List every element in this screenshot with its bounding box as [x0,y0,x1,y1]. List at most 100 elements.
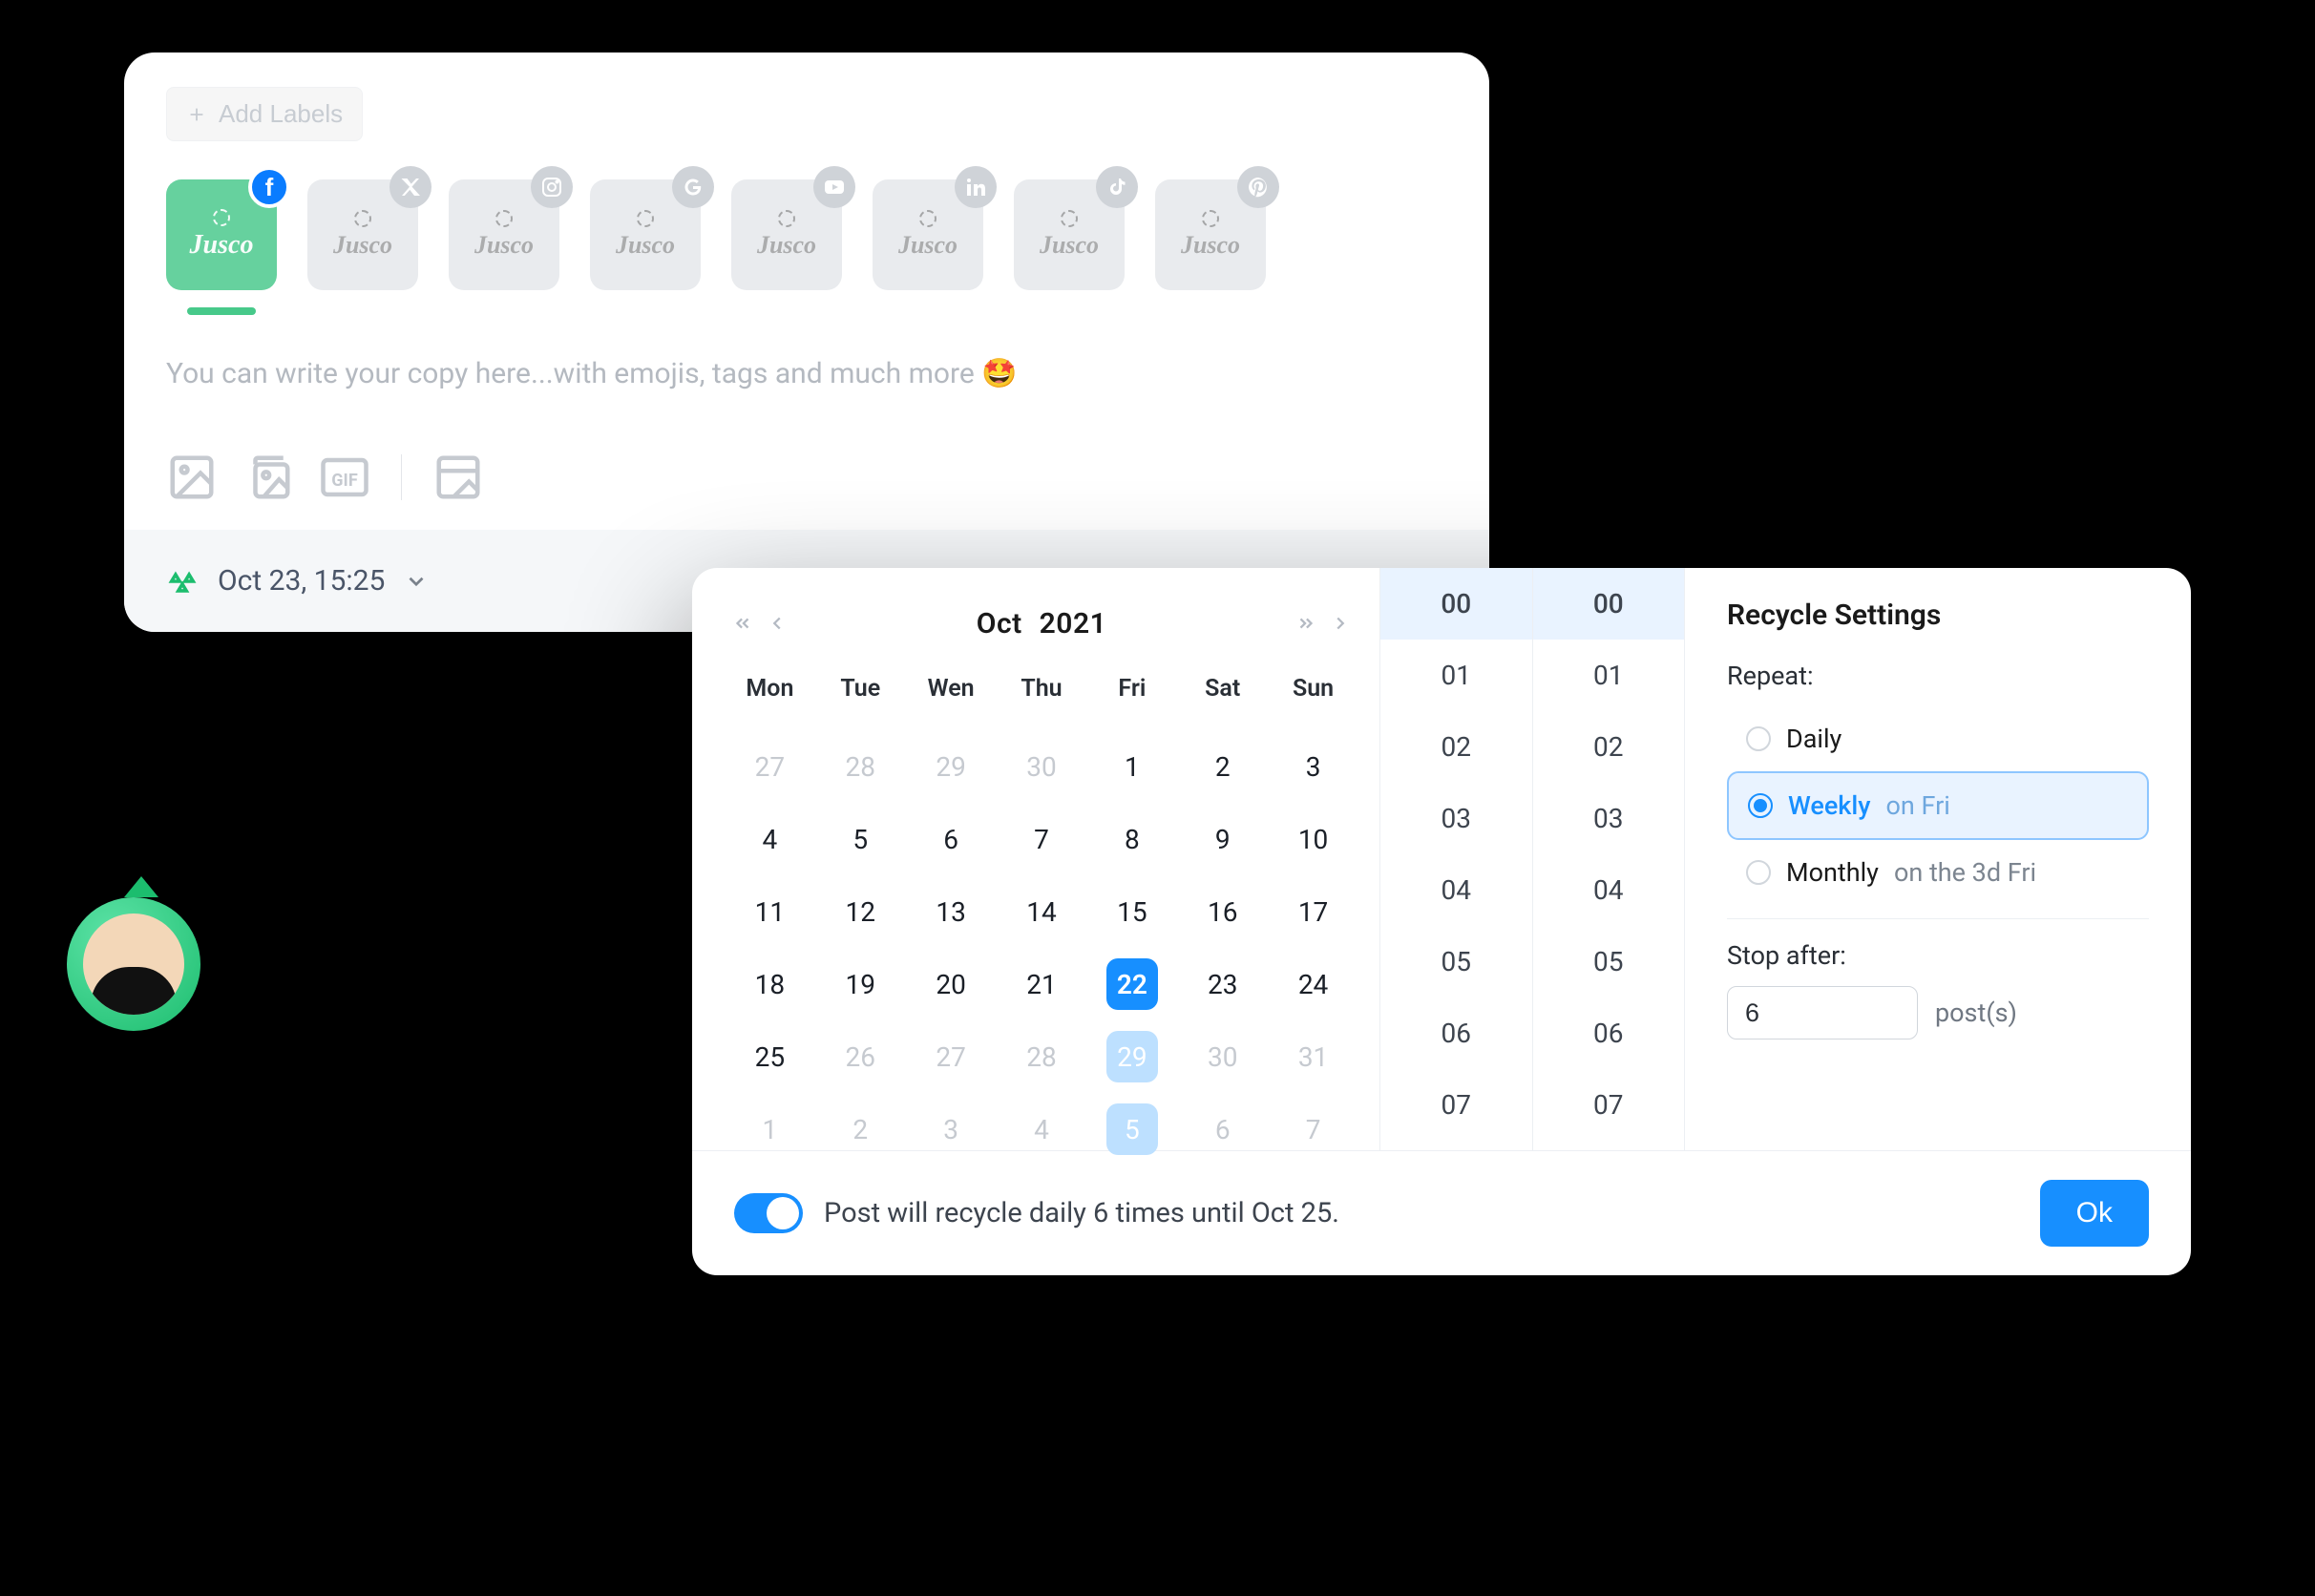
calendar-day[interactable]: 4 [725,811,815,867]
calendar-day[interactable]: 19 [815,956,906,1012]
calendar-day[interactable]: 2 [1177,739,1268,794]
calendar-day[interactable]: 7 [1268,1102,1358,1157]
minutes-option[interactable]: 04 [1533,854,1685,926]
dow-header: Mon [725,665,815,722]
calendar-day[interactable]: 26 [815,1029,906,1084]
add-labels-text: Add Labels [219,99,343,129]
calendar-day[interactable]: 29 [1086,1029,1177,1084]
repeat-daily[interactable]: Daily [1727,706,2149,771]
account-instagram[interactable]: Jusco [449,179,559,290]
gallery-icon[interactable] [242,452,294,503]
calendar-day[interactable]: 30 [1177,1029,1268,1084]
calendar-day[interactable]: 13 [906,884,997,939]
calendar: Oct 2021 MonTueWenThuFriSatSun2728293012… [692,568,1379,1150]
stop-after-input[interactable] [1727,986,1918,1040]
repeat-weekly[interactable]: Weekly on Fri [1727,771,2149,840]
account-x[interactable]: Jusco [307,179,418,290]
attachment-toolbar: GIF [124,390,1489,530]
minutes-option[interactable]: 07 [1533,1069,1685,1141]
chevron-down-icon[interactable] [404,569,429,594]
calendar-day[interactable]: 31 [1268,1029,1358,1084]
account-youtube[interactable]: Jusco [731,179,842,290]
calendar-day[interactable]: 7 [997,811,1087,867]
calendar-day[interactable]: 6 [1177,1102,1268,1157]
calendar-year[interactable]: 2021 [1040,607,1107,640]
account-google[interactable]: Jusco [590,179,701,290]
calendar-day[interactable]: 9 [1177,811,1268,867]
hours-option[interactable]: 06 [1380,998,1532,1069]
calendar-day[interactable]: 12 [815,884,906,939]
hours-column[interactable]: 0001020304050607 [1380,568,1532,1150]
calendar-day[interactable]: 29 [906,739,997,794]
calendar-day[interactable]: 5 [1086,1102,1177,1157]
account-linkedin[interactable]: Jusco [873,179,983,290]
calendar-day[interactable]: 4 [997,1102,1087,1157]
poster-icon[interactable] [432,452,484,503]
hours-option[interactable]: 05 [1380,926,1532,998]
hours-option[interactable]: 07 [1380,1069,1532,1141]
account-facebook[interactable]: Juscof [166,179,277,290]
minutes-option[interactable]: 03 [1533,783,1685,854]
hours-option[interactable]: 00 [1380,568,1532,640]
svg-text:GIF: GIF [331,471,358,491]
chevron-double-right-icon[interactable] [1295,613,1316,634]
gif-icon[interactable]: GIF [319,452,370,503]
recycle-toggle[interactable] [734,1193,803,1233]
calendar-day[interactable]: 8 [1086,811,1177,867]
calendar-day[interactable]: 20 [906,956,997,1012]
repeat-monthly[interactable]: Monthly on the 3d Fri [1727,840,2149,905]
calendar-day[interactable]: 10 [1268,811,1358,867]
calendar-day[interactable]: 11 [725,884,815,939]
calendar-grid: MonTueWenThuFriSatSun2728293012345678910… [725,665,1358,1157]
hours-option[interactable]: 01 [1380,640,1532,711]
calendar-day[interactable]: 22 [1086,956,1177,1012]
account-pinterest[interactable]: Jusco [1155,179,1266,290]
avatar-image [83,914,184,1015]
calendar-day[interactable]: 23 [1177,956,1268,1012]
calendar-day[interactable]: 5 [815,811,906,867]
hours-option[interactable]: 02 [1380,711,1532,783]
hours-option[interactable]: 04 [1380,854,1532,926]
calendar-day[interactable]: 16 [1177,884,1268,939]
image-icon[interactable] [166,452,218,503]
calendar-day[interactable]: 14 [997,884,1087,939]
calendar-day[interactable]: 6 [906,811,997,867]
dow-header: Tue [815,665,906,722]
calendar-day[interactable]: 27 [725,739,815,794]
minutes-option[interactable]: 02 [1533,711,1685,783]
add-labels-button[interactable]: Add Labels [166,87,363,141]
minutes-option[interactable]: 00 [1533,568,1685,640]
calendar-day[interactable]: 3 [1268,739,1358,794]
calendar-month[interactable]: Oct [977,607,1022,640]
account-tiktok[interactable]: Jusco [1014,179,1125,290]
minutes-option[interactable]: 01 [1533,640,1685,711]
calendar-day[interactable]: 30 [997,739,1087,794]
calendar-day[interactable]: 27 [906,1029,997,1084]
calendar-day[interactable]: 28 [997,1029,1087,1084]
avatar[interactable] [67,897,200,1031]
calendar-day[interactable]: 24 [1268,956,1358,1012]
calendar-day[interactable]: 28 [815,739,906,794]
calendar-day[interactable]: 18 [725,956,815,1012]
composer-card: Add Labels Juscof Jusco Jusco Jusco Jusco Jus… [124,52,1489,632]
calendar-day[interactable]: 17 [1268,884,1358,939]
calendar-day[interactable]: 3 [906,1102,997,1157]
composer-textarea[interactable]: You can write your copy here...with emoj… [124,315,1489,390]
calendar-day[interactable]: 2 [815,1102,906,1157]
chevron-right-icon[interactable] [1330,613,1351,634]
schedule-label[interactable]: Oct 23, 15:25 [218,564,385,598]
minutes-column[interactable]: 0001020304050607 [1532,568,1685,1150]
hours-option[interactable]: 03 [1380,783,1532,854]
calendar-day[interactable]: 1 [725,1102,815,1157]
calendar-day[interactable]: 21 [997,956,1087,1012]
calendar-day[interactable]: 15 [1086,884,1177,939]
minutes-option[interactable]: 06 [1533,998,1685,1069]
separator [401,454,402,500]
minutes-option[interactable]: 05 [1533,926,1685,998]
calendar-day[interactable]: 1 [1086,739,1177,794]
ok-button[interactable]: Ok [2040,1180,2149,1247]
chevron-double-left-icon[interactable] [732,613,753,634]
calendar-day[interactable]: 25 [725,1029,815,1084]
chevron-left-icon[interactable] [767,613,788,634]
dow-header: Fri [1086,665,1177,722]
